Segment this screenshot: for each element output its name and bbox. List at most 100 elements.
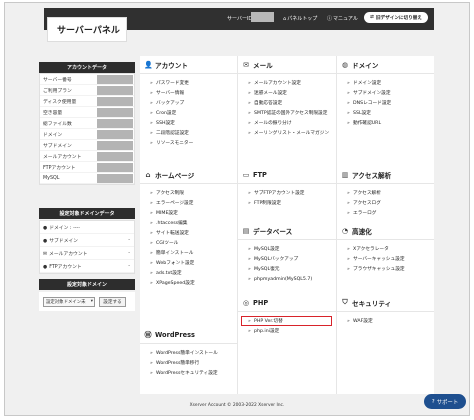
category-analytics: ▥ アクセス解析 » アクセス解析 » アクセスログ » エラーログ [337, 166, 434, 222]
menu-item-phpmyadmin[interactable]: » phpmyadmin(MySQL5.7) [238, 274, 336, 284]
menu-item-sub-ftp[interactable]: » サブFTPアカウント設定 [238, 188, 336, 198]
domain-data-row: ✉ メールアカウント - [40, 247, 134, 260]
menu-item-resource-monitor[interactable]: » リソースモニター [140, 138, 237, 148]
shield-icon: ⛉ [342, 298, 348, 306]
category-php: ◎ PHP » PHP Ver.切替 » php.ini設定 [238, 294, 336, 346]
home-icon: ⌂ [283, 16, 287, 22]
account-row: メールアカウント [40, 151, 134, 162]
domain-data-row: ● ドメイン : ---- [40, 221, 134, 234]
category-domain: ◍ ドメイン » ドメイン設定 » サブドメイン設定 » DNSレコード設定 » SSL設… [337, 56, 434, 166]
globe-icon: ● [43, 225, 48, 231]
menu-item-access-analytics[interactable]: » アクセス解析 [337, 188, 434, 198]
menu-item-ads-txt[interactable]: » ads.txt設定 [140, 268, 237, 278]
domain-data-row: ● FTPアカウント - [40, 260, 134, 273]
home-icon: ⌂ [145, 170, 151, 179]
menu-item-mime[interactable]: » MIME設定 [140, 208, 237, 218]
menu-item-php-version[interactable]: » PHP Ver.切替 [241, 316, 332, 326]
category-wordpress: Ⓦ WordPress » WordPress簡単インストール » WordPress… [140, 326, 237, 394]
menu-item-server-cache[interactable]: » サーバーキャッシュ設定 [337, 254, 434, 264]
support-button[interactable]: ? サポート [424, 394, 466, 409]
menu-item-cron[interactable]: » Cron設定 [140, 108, 237, 118]
account-row: FTPアカウント [40, 162, 134, 173]
menu-item-htaccess[interactable]: » .htaccess編集 [140, 218, 237, 228]
manual-link[interactable]: ⓘマニュアル [327, 15, 358, 22]
account-row: 空き容量 [40, 107, 134, 118]
menu-item-domain-settings[interactable]: » ドメイン設定 [337, 78, 434, 88]
menu-panel: 👤 アカウント » パスワード変更 » サーバー情報 » バックアップ » Cron設定 … [140, 56, 434, 394]
category-homepage: ⌂ ホームページ » アクセス制限 » エラーページ設定 » MIME設定 » .htac… [140, 166, 237, 326]
category-database: ▤ データベース » MySQL設定 » MySQLバックアップ » MySQL復元 »… [238, 222, 336, 294]
server-id-label: サーバーID [227, 16, 253, 22]
menu-item-xpagespeed[interactable]: » XPageSpeed設定 [140, 278, 237, 288]
account-row: サブドメイン [40, 140, 134, 151]
menu-item-mail-account[interactable]: » メールアカウント設定 [238, 78, 336, 88]
menu-item-error-log[interactable]: » エラーログ [337, 208, 434, 218]
account-row: MySQL [40, 173, 134, 184]
menu-item-mysql[interactable]: » MySQL設定 [238, 244, 336, 254]
menu-item-php-ini[interactable]: » php.ini設定 [238, 326, 336, 336]
question-icon: ⓘ [327, 16, 333, 22]
globe-icon: ◍ [341, 60, 349, 69]
mail-icon: ✉ [243, 60, 249, 69]
menu-item-mailing-list[interactable]: » メーリングリスト・メールマガジン [238, 128, 336, 138]
account-row: ディスク使用量 [40, 96, 134, 107]
menu-item-mysql-restore[interactable]: » MySQL復元 [238, 264, 336, 274]
menu-item-backup[interactable]: » バックアップ [140, 98, 237, 108]
panel-top-link[interactable]: ⌂パネルトップ [283, 15, 317, 22]
chart-icon: ▥ [341, 170, 349, 179]
menu-item-site-redirect[interactable]: » サイト転送設定 [140, 228, 237, 238]
user-icon: 👤 [144, 60, 153, 69]
account-row: ドメイン [40, 129, 134, 140]
target-domain-select[interactable]: 設定対象ドメイン未 ▾ [43, 296, 95, 307]
menu-item-error-page[interactable]: » エラーページ設定 [140, 198, 237, 208]
menu-item-ssh[interactable]: » SSH設定 [140, 118, 237, 128]
category-speed: ◔ 高速化 » Xアクセラレータ » サーバーキャッシュ設定 » ブラウザキャッシュ設定 [337, 222, 434, 294]
ftp-icon: ● [43, 264, 48, 270]
menu-item-dns[interactable]: » DNSレコード設定 [337, 98, 434, 108]
account-row: 総ファイル数 [40, 118, 134, 129]
menu-item-ssl[interactable]: » SSL設定 [337, 108, 434, 118]
menu-item-access-log[interactable]: » アクセスログ [337, 198, 434, 208]
menu-item-browser-cache[interactable]: » ブラウザキャッシュ設定 [337, 264, 434, 274]
menu-item-ftp-limit[interactable]: » FTP制限設定 [238, 198, 336, 208]
menu-item-easy-install[interactable]: » 簡単インストール [140, 248, 237, 258]
account-row: サーバー番号 [40, 74, 134, 85]
chevron-down-icon: ▾ [90, 299, 93, 304]
switch-old-design-button[interactable]: ⇄ 旧デザインに切り替え [364, 12, 428, 23]
database-icon: ▤ [242, 226, 250, 235]
account-data-panel: サーバー番号 ご利用プラン ディスク使用量 空き容量 総ファイル数 ドメイン サ… [39, 73, 135, 185]
menu-item-wp-migrate[interactable]: » WordPress簡単移行 [140, 358, 237, 368]
set-domain-button[interactable]: 設定する [99, 296, 126, 307]
menu-item-waf[interactable]: » WAF設定 [337, 316, 434, 326]
menu-item-smtp-restriction[interactable]: » SMTP認証の国外アクセス制限設定 [238, 108, 336, 118]
menu-item-subdomain[interactable]: » サブドメイン設定 [337, 88, 434, 98]
account-data-heading: アカウントデータ [39, 62, 135, 73]
menu-item-spam[interactable]: » 迷惑メール設定 [238, 88, 336, 98]
menu-item-mail-filter[interactable]: » メールの振り分け [238, 118, 336, 128]
mail-icon: ✉ [43, 251, 48, 257]
menu-item-wp-install[interactable]: » WordPress簡単インストール [140, 348, 237, 358]
account-row: ご利用プラン [40, 85, 134, 96]
menu-item-x-accelerator[interactable]: » Xアクセラレータ [337, 244, 434, 254]
domain-data-panel: ● ドメイン : ---- ● サブドメイン - ✉ メールアカウント - ● FTPアカウ… [39, 220, 135, 274]
folder-icon: ▭ [242, 170, 250, 179]
menu-item-2fa[interactable]: » 二段階認証設定 [140, 128, 237, 138]
menu-item-wp-security[interactable]: » WordPressセキュリティ設定 [140, 368, 237, 378]
menu-item-cgi-tools[interactable]: » CGIツール [140, 238, 237, 248]
target-domain-form: 設定対象ドメイン未 ▾ 設定する [39, 292, 135, 311]
question-icon: ? [431, 398, 435, 405]
menu-item-access-limit[interactable]: » アクセス制限 [140, 188, 237, 198]
menu-item-check-url[interactable]: » 動作確認URL [337, 118, 434, 128]
menu-item-auto-reply[interactable]: » 自動応答設定 [238, 98, 336, 108]
category-security: ⛉ セキュリティ » WAF設定 [337, 294, 434, 346]
domain-data-heading: 設定対象ドメインデータ [39, 208, 135, 219]
target-domain-heading: 設定対象ドメイン [39, 279, 135, 290]
category-mail: ✉ メール » メールアカウント設定 » 迷惑メール設定 » 自動応答設定 » SMTP認… [238, 56, 336, 166]
server-panel-logo[interactable]: サーバーパネル [47, 17, 127, 42]
menu-item-password-change[interactable]: » パスワード変更 [140, 78, 237, 88]
subdomain-icon: ● [43, 238, 48, 244]
menu-item-server-info[interactable]: » サーバー情報 [140, 88, 237, 98]
category-account: 👤 アカウント » パスワード変更 » サーバー情報 » バックアップ » Cron設定 … [140, 56, 237, 166]
menu-item-mysql-backup[interactable]: » MySQLバックアップ [238, 254, 336, 264]
menu-item-webfont[interactable]: » Webフォント設定 [140, 258, 237, 268]
